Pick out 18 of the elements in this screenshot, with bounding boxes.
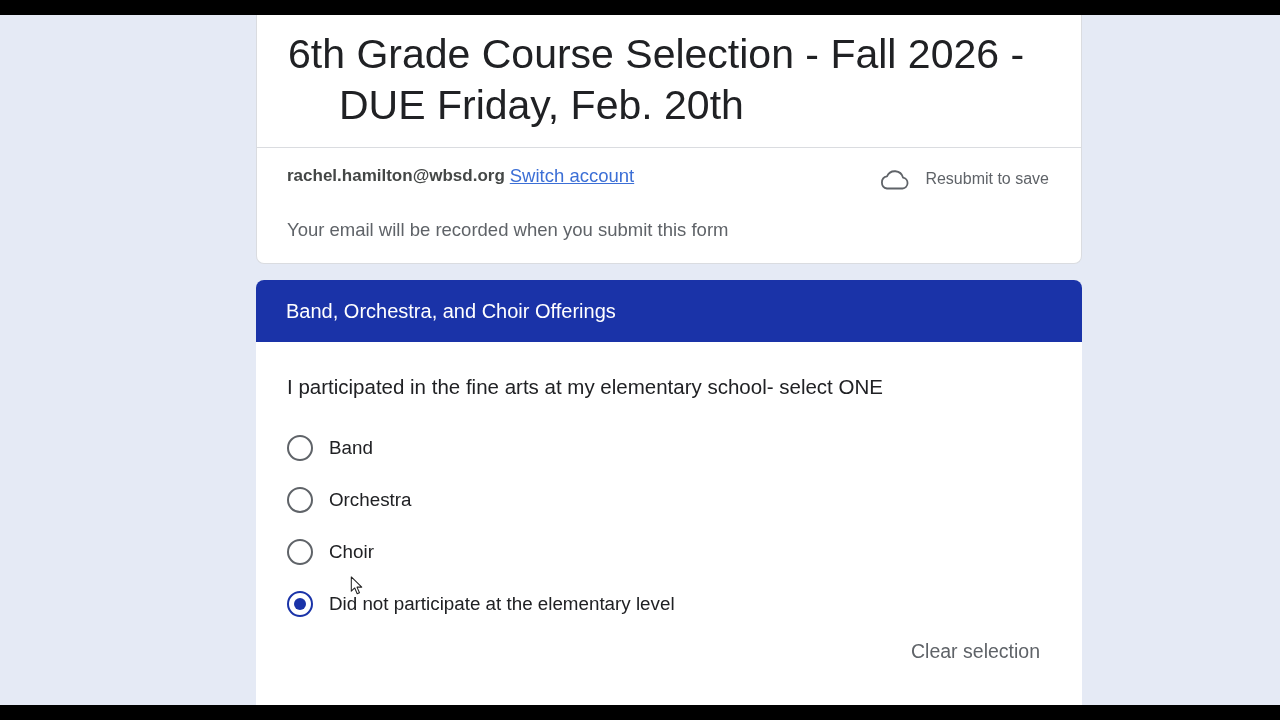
section-title: Band, Orchestra, and Choir Offerings: [286, 299, 616, 323]
form-title: 6th Grade Course Selection - Fall 2026 - DUE Friday, Feb. 20th: [288, 30, 1026, 130]
account-email: rachel.hamilton@wbsd.org: [287, 166, 505, 186]
option-label[interactable]: Orchestra: [329, 489, 412, 511]
radio-button[interactable]: [287, 539, 313, 565]
email-notice: Your email will be recorded when you submit this form: [287, 218, 730, 242]
option-label[interactable]: Choir: [329, 541, 374, 563]
switch-account-link[interactable]: Switch account: [509, 165, 635, 187]
mouse-pointer-icon: [350, 576, 364, 595]
radio-button[interactable]: [287, 435, 313, 461]
option-label[interactable]: Did not participate at the elementary level: [329, 593, 675, 615]
question-text: I participated in the fine arts at my elementary school- select ONE: [287, 375, 884, 399]
clear-selection-button[interactable]: Clear selection: [911, 638, 1040, 664]
radio-button[interactable]: [287, 591, 313, 617]
radio-button[interactable]: [287, 487, 313, 513]
cloud-icon: [879, 168, 910, 190]
option-label[interactable]: Band: [329, 437, 373, 459]
save-status-text: Resubmit to save: [925, 170, 1049, 188]
